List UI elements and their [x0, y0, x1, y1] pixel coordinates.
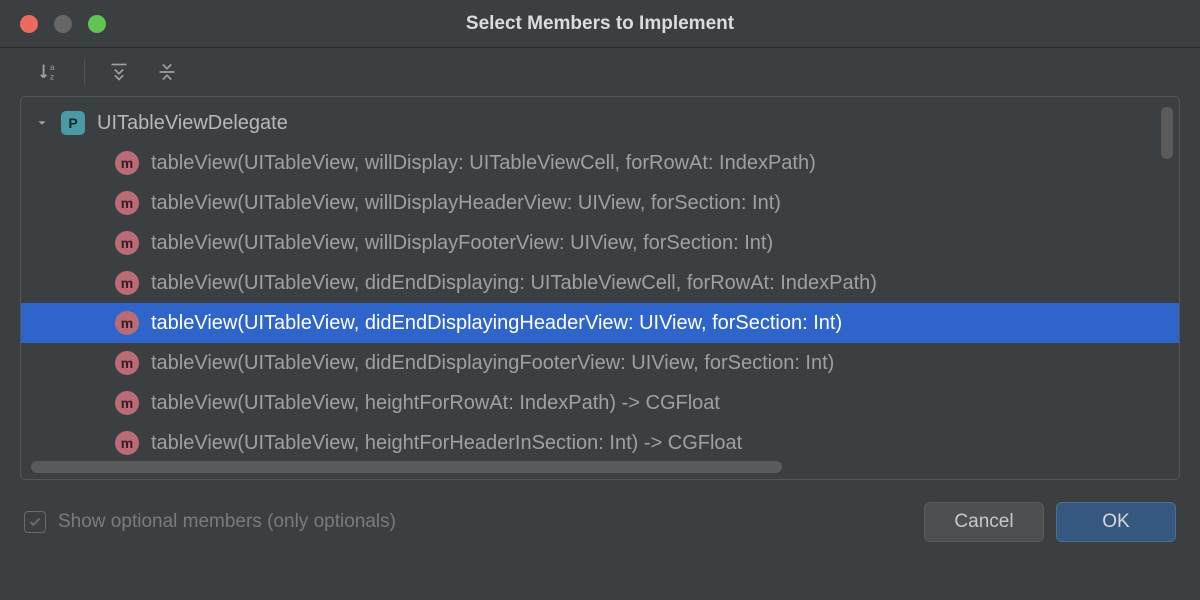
tree-method-label: tableView(UITableView, heightForRowAt: I… [151, 392, 720, 415]
expand-all-icon [109, 62, 129, 82]
method-badge-icon: m [115, 311, 139, 335]
cancel-button[interactable]: Cancel [924, 502, 1044, 542]
tree-method-row[interactable]: m tableView(UITableView, willDisplayHeade… [21, 183, 1179, 223]
tree-method-row[interactable]: m tableView(UITableView, heightForHeaderI… [21, 423, 1179, 463]
traffic-lights [0, 15, 106, 33]
tree-method-row[interactable]: m tableView(UITableView, heightForRowAt: … [21, 383, 1179, 423]
vertical-scrollbar-thumb[interactable] [1161, 107, 1173, 159]
sort-alphabetically-button[interactable]: a z [36, 58, 64, 86]
method-badge-icon: m [115, 191, 139, 215]
window-zoom-button[interactable] [88, 15, 106, 33]
show-optional-checkbox[interactable] [24, 511, 46, 533]
members-tree-panel: P UITableViewDelegate m tableView(UITable… [20, 96, 1180, 480]
tree-method-row[interactable]: m tableView(UITableView, willDisplayFoote… [21, 223, 1179, 263]
method-badge-icon: m [115, 231, 139, 255]
tree-method-label: tableView(UITableView, willDisplayFooter… [151, 232, 773, 255]
method-badge-icon: m [115, 271, 139, 295]
cancel-button-label: Cancel [954, 511, 1013, 533]
check-icon [28, 515, 42, 529]
window-title: Select Members to Implement [0, 13, 1200, 35]
method-badge-icon: m [115, 151, 139, 175]
ok-button-label: OK [1102, 511, 1129, 533]
window-close-button[interactable] [20, 15, 38, 33]
collapse-all-button[interactable] [153, 58, 181, 86]
tree-method-label: tableView(UITableView, heightForHeaderIn… [151, 432, 742, 455]
tree-method-label: tableView(UITableView, didEndDisplayingF… [151, 352, 834, 375]
tree-method-label: tableView(UITableView, willDisplayHeader… [151, 192, 781, 215]
collapse-all-icon [157, 62, 177, 82]
tree-method-row[interactable]: m tableView(UITableView, willDisplay: UIT… [21, 143, 1179, 183]
sort-az-icon: a z [39, 61, 61, 83]
toolbar: a z [0, 48, 1200, 96]
dialog-footer: Show optional members (only optionals) C… [0, 480, 1200, 542]
svg-text:z: z [50, 72, 54, 81]
tree-method-label: tableView(UITableView, didEndDisplayingH… [151, 312, 842, 335]
ok-button[interactable]: OK [1056, 502, 1176, 542]
chevron-down-icon[interactable] [35, 116, 53, 130]
horizontal-scrollbar-thumb[interactable] [31, 461, 782, 473]
tree-method-row[interactable]: m tableView(UITableView, didEndDisplaying… [21, 303, 1179, 343]
tree-method-label: tableView(UITableView, didEndDisplaying:… [151, 272, 877, 295]
members-tree[interactable]: P UITableViewDelegate m tableView(UITable… [21, 97, 1179, 479]
tree-method-row[interactable]: m tableView(UITableView, didEndDisplaying… [21, 263, 1179, 303]
protocol-badge-icon: P [61, 111, 85, 135]
titlebar: Select Members to Implement [0, 0, 1200, 48]
show-optional-label: Show optional members (only optionals) [58, 511, 912, 533]
tree-parent-row[interactable]: P UITableViewDelegate [21, 103, 1179, 143]
horizontal-scrollbar[interactable] [31, 461, 1169, 473]
window-minimize-button[interactable] [54, 15, 72, 33]
toolbar-separator [84, 59, 85, 85]
tree-method-row[interactable]: m tableView(UITableView, didEndDisplaying… [21, 343, 1179, 383]
tree-parent-label: UITableViewDelegate [97, 112, 288, 135]
method-badge-icon: m [115, 431, 139, 455]
tree-method-label: tableView(UITableView, willDisplay: UITa… [151, 152, 816, 175]
method-badge-icon: m [115, 351, 139, 375]
expand-all-button[interactable] [105, 58, 133, 86]
method-badge-icon: m [115, 391, 139, 415]
svg-text:a: a [50, 63, 55, 72]
